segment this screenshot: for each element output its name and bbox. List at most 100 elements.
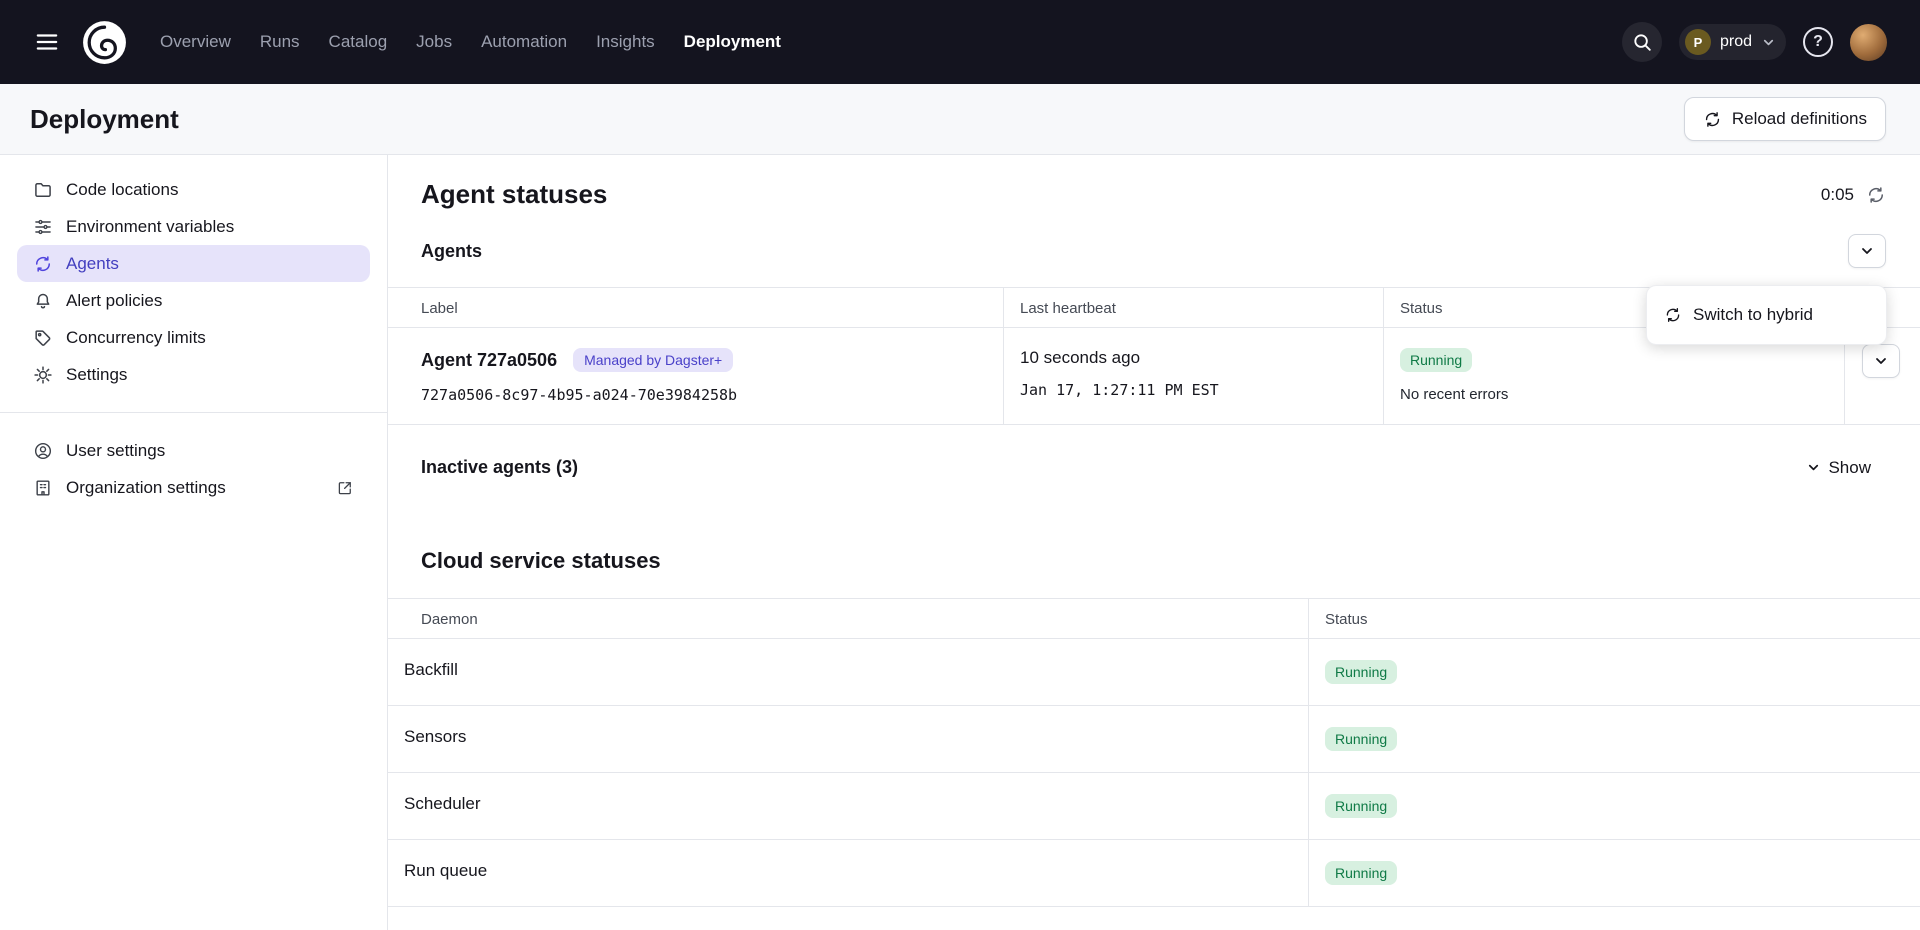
agents-heading: Agents	[421, 241, 482, 262]
main-content: Agent statuses 0:05 Agents	[388, 155, 1920, 930]
refresh-button[interactable]	[1866, 185, 1886, 205]
heartbeat-relative: 10 seconds ago	[1020, 348, 1367, 368]
agent-heartbeat-cell: 10 seconds ago Jan 17, 1:27:11 PM EST	[1004, 328, 1384, 425]
sliders-icon	[33, 217, 53, 237]
agent-name: Agent 727a0506	[421, 350, 557, 371]
page-header: Deployment Reload definitions	[0, 84, 1920, 155]
show-inactive-toggle[interactable]: Show	[1806, 458, 1871, 478]
sidebar-item-environment-variables[interactable]: Environment variables	[17, 208, 370, 245]
nav-right-cluster: P prod ?	[1622, 22, 1887, 62]
dagster-logo	[80, 18, 129, 67]
daemon-status-cell: Running	[1309, 706, 1920, 773]
nav-links: Overview Runs Catalog Jobs Automation In…	[160, 32, 781, 52]
menu-item-switch-to-hybrid[interactable]: Switch to hybrid	[1647, 294, 1886, 336]
refresh-timer-cluster: 0:05	[1821, 185, 1886, 205]
body-layout: Code locations Environment variables Age…	[0, 155, 1920, 930]
reload-icon	[1703, 110, 1722, 129]
column-header-status: Status	[1309, 599, 1920, 639]
user-icon	[33, 441, 53, 461]
building-icon	[33, 478, 53, 498]
sidebar-item-label: Agents	[66, 254, 119, 274]
daemon-name-cell: Sensors	[388, 706, 1309, 773]
nav-jobs[interactable]: Jobs	[416, 32, 452, 52]
status-badge: Running	[1325, 794, 1397, 818]
managed-badge: Managed by Dagster+	[573, 348, 733, 372]
agents-actions-button[interactable]	[1848, 234, 1886, 268]
nav-insights[interactable]: Insights	[596, 32, 655, 52]
help-icon: ?	[1813, 33, 1823, 51]
sidebar-item-label: Alert policies	[66, 291, 162, 311]
column-header-label: Label	[388, 288, 1004, 328]
deployment-name: prod	[1720, 33, 1752, 51]
sidebar-item-organization-settings[interactable]: Organization settings	[17, 469, 370, 506]
user-avatar[interactable]	[1850, 24, 1887, 61]
external-link-icon	[336, 479, 354, 497]
nav-automation[interactable]: Automation	[481, 32, 567, 52]
bell-icon	[33, 291, 53, 311]
page-title: Deployment	[30, 104, 179, 135]
hamburger-icon	[34, 29, 60, 55]
status-badge: Running	[1325, 660, 1397, 684]
column-header-heartbeat: Last heartbeat	[1004, 288, 1384, 328]
daemon-name-cell: Scheduler	[388, 773, 1309, 840]
agents-dropdown-menu: Switch to hybrid	[1646, 285, 1887, 345]
sidebar-item-label: Concurrency limits	[66, 328, 206, 348]
heartbeat-timestamp: Jan 17, 1:27:11 PM EST	[1020, 381, 1367, 399]
cloud-services-table: Daemon Status Backfill Running Sensors R…	[388, 598, 1920, 907]
reload-definitions-button[interactable]: Reload definitions	[1684, 97, 1886, 141]
sidebar-item-label: Settings	[66, 365, 127, 385]
sidebar-item-label: Organization settings	[66, 478, 226, 498]
folder-icon	[33, 180, 53, 200]
search-icon	[1631, 31, 1653, 53]
status-badge: Running	[1325, 861, 1397, 885]
agent-icon	[33, 254, 53, 274]
daemon-name-cell: Run queue	[388, 840, 1309, 907]
status-badge: Running	[1325, 727, 1397, 751]
chevron-down-icon	[1873, 353, 1889, 369]
sidebar-item-user-settings[interactable]: User settings	[17, 432, 370, 469]
hybrid-agent-icon	[1664, 306, 1682, 324]
refresh-icon	[1866, 185, 1886, 205]
sidebar-item-settings[interactable]: Settings	[17, 356, 370, 393]
column-header-daemon: Daemon	[388, 599, 1309, 639]
daemon-status-cell: Running	[1309, 773, 1920, 840]
chevron-down-icon	[1761, 35, 1776, 50]
status-badge: Running	[1400, 348, 1472, 372]
chevron-down-icon	[1806, 460, 1821, 475]
agent-row-actions-button[interactable]	[1862, 344, 1900, 378]
show-label: Show	[1828, 458, 1871, 478]
agent-label-cell: Agent 727a0506 Managed by Dagster+ 727a0…	[388, 328, 1004, 425]
sidebar-item-concurrency-limits[interactable]: Concurrency limits	[17, 319, 370, 356]
daemon-status-cell: Running	[1309, 639, 1920, 706]
daemon-name-cell: Backfill	[388, 639, 1309, 706]
sidebar-item-label: User settings	[66, 441, 165, 461]
sidebar-item-agents[interactable]: Agents	[17, 245, 370, 282]
agent-uuid: 727a0506-8c97-4b95-a024-70e3984258b	[421, 386, 987, 404]
inactive-agents-heading: Inactive agents (3)	[421, 457, 578, 478]
sidebar-item-alert-policies[interactable]: Alert policies	[17, 282, 370, 319]
chevron-down-icon	[1859, 243, 1875, 259]
nav-catalog[interactable]: Catalog	[329, 32, 388, 52]
daemon-status-cell: Running	[1309, 840, 1920, 907]
cloud-services-title: Cloud service statuses	[421, 548, 1920, 574]
nav-runs[interactable]: Runs	[260, 32, 300, 52]
nav-deployment[interactable]: Deployment	[684, 32, 781, 52]
sidebar-item-label: Code locations	[66, 180, 178, 200]
sidebar-item-code-locations[interactable]: Code locations	[17, 171, 370, 208]
refresh-countdown: 0:05	[1821, 185, 1854, 205]
status-note: No recent errors	[1400, 386, 1828, 403]
deployment-sidebar: Code locations Environment variables Age…	[0, 155, 388, 930]
app-root: Overview Runs Catalog Jobs Automation In…	[0, 0, 1920, 930]
hamburger-menu-button[interactable]	[29, 24, 65, 60]
deployment-switcher[interactable]: P prod	[1679, 24, 1786, 60]
tag-icon	[33, 328, 53, 348]
gear-icon	[33, 365, 53, 385]
nav-overview[interactable]: Overview	[160, 32, 231, 52]
sidebar-item-label: Environment variables	[66, 217, 234, 237]
search-button[interactable]	[1622, 22, 1662, 62]
agent-statuses-title: Agent statuses	[421, 179, 607, 210]
help-button[interactable]: ?	[1803, 27, 1833, 57]
reload-definitions-label: Reload definitions	[1732, 109, 1867, 129]
menu-item-label: Switch to hybrid	[1693, 305, 1813, 325]
deployment-avatar: P	[1685, 29, 1711, 55]
